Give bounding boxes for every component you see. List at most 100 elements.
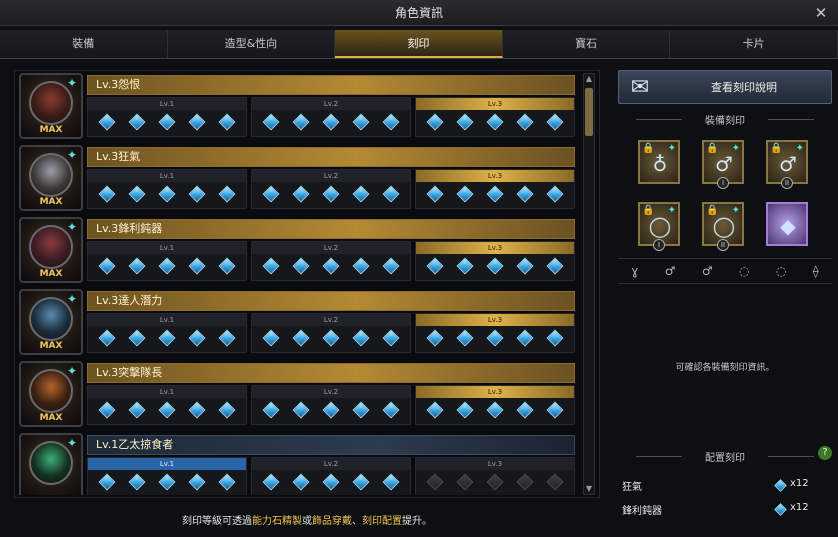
level-label: Lv.3	[416, 170, 574, 182]
engraving-gem-icon	[158, 257, 176, 275]
engraving-gem-icon	[128, 257, 146, 275]
engraving-gem-icon	[546, 473, 564, 491]
level-segment: Lv.2	[251, 169, 411, 209]
level-track: Lv.1 Lv.2 Lv.3	[87, 385, 575, 425]
slot-ring-1[interactable]: 🔒 ✦ ◯ I	[638, 202, 680, 251]
engraving-gem-icon	[546, 185, 564, 203]
slot-earring-2[interactable]: 🔒 ✦ ♂ II	[766, 140, 808, 189]
engraving-row[interactable]: ✦ MAX Lv.3鋒利鈍器 Lv.1 Lv.2 Lv.3	[19, 217, 575, 285]
gem-icon: ✦	[67, 148, 78, 162]
slot-ability-stone[interactable]: ◆	[766, 202, 808, 246]
engraving-gem-icon	[456, 329, 474, 347]
engraving-gem-icon	[382, 113, 400, 131]
engraving-gem-icon	[218, 113, 236, 131]
engraving-gem-icon	[382, 473, 400, 491]
hint-text: 、	[352, 516, 362, 527]
engraving-list[interactable]: ✦ MAX Lv.3怨恨 Lv.1 Lv.2 Lv.3 ✦ MAX Lv.3狂氣 Lv.1 Lv.2…	[19, 73, 575, 495]
level-segment: Lv.1	[87, 97, 247, 137]
list-scrollbar[interactable]: ▲ ▼	[583, 73, 595, 495]
engraving-gem-icon	[486, 257, 504, 275]
engraving-gem-icon	[352, 329, 370, 347]
stone-icon: ◆	[780, 214, 796, 238]
max-label: MAX	[39, 269, 63, 279]
earring-icon: ♂	[779, 152, 797, 176]
level-label: Lv.2	[252, 242, 410, 254]
engraving-name: Lv.3達人潛力	[87, 291, 575, 311]
tab-engraving[interactable]: 刻印	[335, 30, 503, 58]
engraving-gem-icon	[98, 113, 116, 131]
level-label: Lv.3	[416, 98, 574, 110]
engraving-gem-icon	[322, 473, 340, 491]
engraving-gem-icon	[382, 257, 400, 275]
level-label: Lv.3	[416, 242, 574, 254]
engraving-gem-icon	[218, 185, 236, 203]
engraving-gem-icon	[546, 257, 564, 275]
engraving-gem-icon	[218, 473, 236, 491]
hint-highlight-accessory: 飾品穿戴	[312, 516, 352, 527]
slot-earring-1[interactable]: 🔒 ✦ ♂ I	[702, 140, 744, 189]
slot-ring-2[interactable]: 🔒 ✦ ◯ II	[702, 202, 744, 251]
level-label: Lv.2	[252, 170, 410, 182]
engraving-gem-icon	[486, 113, 504, 131]
engraving-gem-icon	[218, 329, 236, 347]
engraving-gem-icon	[516, 257, 534, 275]
gem-icon: ✦	[67, 76, 78, 90]
engraving-gem-icon	[426, 473, 444, 491]
engraving-name: Lv.3突擊隊長	[87, 363, 575, 383]
scroll-down-icon[interactable]: ▼	[584, 484, 594, 494]
engraving-gem-icon	[158, 185, 176, 203]
engraving-gem-icon	[322, 401, 340, 419]
slot-necklace[interactable]: 🔒 ✦ ♁	[638, 140, 680, 184]
engraving-row[interactable]: ✦ MAX Lv.3達人潛力 Lv.1 Lv.2 Lv.3	[19, 289, 575, 357]
engraving-gem-icon	[292, 113, 310, 131]
tab-appearance[interactable]: 造型&性向	[167, 30, 336, 58]
level-segment: Lv.2	[251, 97, 411, 137]
engraving-gem-icon	[382, 401, 400, 419]
engraving-row[interactable]: ✦ MAX Lv.3突擊隊長 Lv.1 Lv.2 Lv.3	[19, 361, 575, 429]
engraving-gem-icon	[352, 473, 370, 491]
view-engraving-description-button[interactable]: ✉ 查看刻印說明	[618, 70, 832, 104]
tab-gems[interactable]: 寶石	[502, 30, 671, 58]
engraving-portrait: ✦ MAX	[19, 289, 83, 355]
necklace-type-icon: ɣ	[631, 264, 639, 278]
level-segment: Lv.1	[87, 457, 247, 495]
equip-engraving-title: 裝備刻印	[618, 112, 832, 127]
engraving-gem-icon	[128, 113, 146, 131]
engraving-gem-icon	[382, 329, 400, 347]
engraving-gem-icon	[516, 329, 534, 347]
level-label: Lv.1	[88, 98, 246, 110]
scroll-thumb[interactable]	[585, 88, 593, 136]
engraving-name: Lv.3怨恨	[87, 75, 575, 95]
config-item: 狂氣 x12	[622, 478, 822, 494]
hint-text: 刻印等級可透過	[182, 516, 252, 527]
engraving-gem-icon	[486, 329, 504, 347]
engraving-row[interactable]: ✦ MAX Lv.3怨恨 Lv.1 Lv.2 Lv.3	[19, 73, 575, 141]
window-titlebar: 角色資訊 ✕	[0, 0, 838, 26]
scroll-up-icon[interactable]: ▲	[584, 74, 594, 84]
help-icon[interactable]: ?	[818, 446, 832, 460]
engraving-gem-icon	[774, 479, 787, 492]
level-track: Lv.1 Lv.2 Lv.3	[87, 241, 575, 281]
close-icon[interactable]: ✕	[812, 0, 830, 26]
engraving-name: Lv.3鋒利鈍器	[87, 219, 575, 239]
view-button-label: 查看刻印說明	[711, 81, 777, 94]
engraving-row[interactable]: ✦ Lv.1乙太掠食者 Lv.1 Lv.2 Lv.3	[19, 433, 575, 495]
level-label: Lv.1	[88, 458, 246, 470]
engraving-row[interactable]: ✦ MAX Lv.3狂氣 Lv.1 Lv.2 Lv.3	[19, 145, 575, 213]
level-segment: Lv.3	[415, 313, 575, 353]
tab-cards[interactable]: 卡片	[670, 30, 838, 58]
engraving-gem-icon	[426, 401, 444, 419]
tab-equipment[interactable]: 裝備	[0, 30, 168, 58]
level-segment: Lv.1	[87, 385, 247, 425]
max-label: MAX	[39, 341, 63, 351]
level-segment: Lv.3	[415, 241, 575, 281]
engraving-gem-icon	[322, 329, 340, 347]
engraving-gem-icon	[158, 329, 176, 347]
hint-text: 提升。	[402, 516, 432, 527]
gem-icon: ✦	[67, 364, 78, 378]
level-segment: Lv.3	[415, 457, 575, 495]
level-segment: Lv.1	[87, 241, 247, 281]
engraving-portrait: ✦ MAX	[19, 217, 83, 283]
equipment-engraving-panel: ✉ 查看刻印說明 裝備刻印 🔒 ✦ ♁ 🔒 ✦ ♂ I 🔒 ✦ ♂ II 🔒 ✦ ◯ I…	[614, 70, 832, 530]
config-name: 狂氣	[622, 482, 642, 493]
